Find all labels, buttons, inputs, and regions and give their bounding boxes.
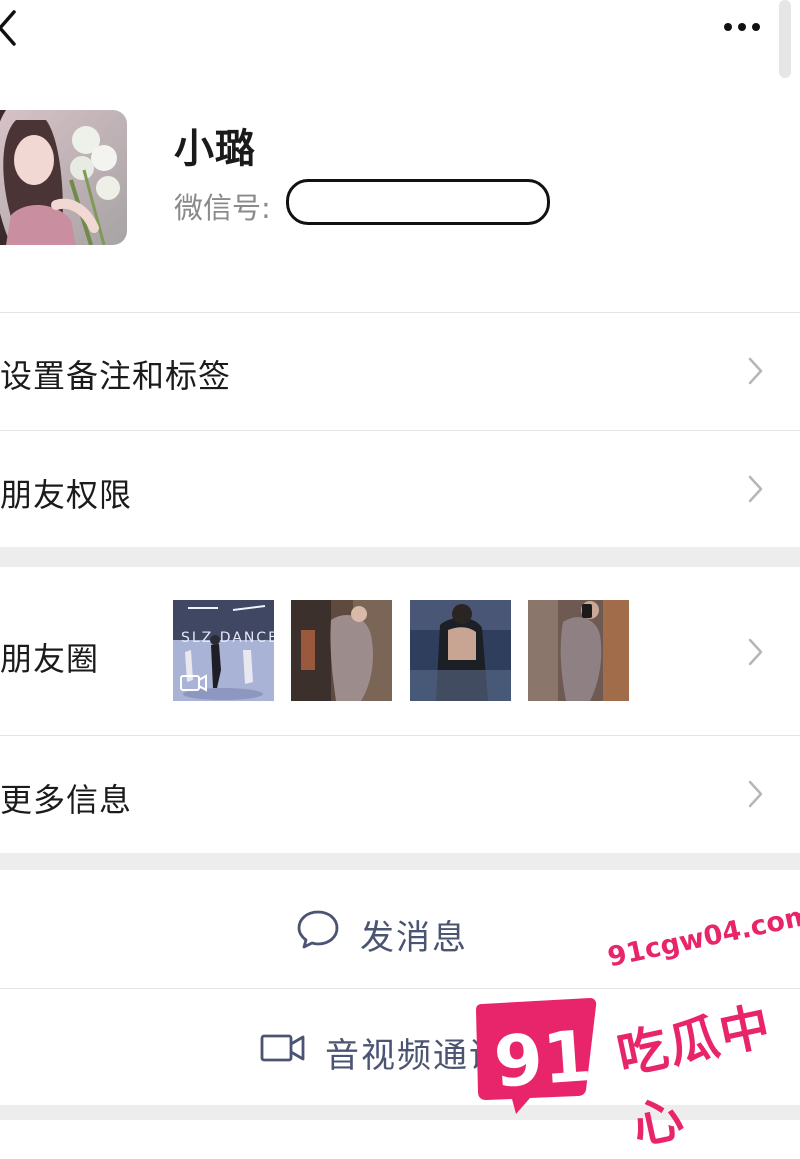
moments-thumbnail-photo[interactable] — [291, 600, 392, 701]
chevron-right-icon — [748, 638, 763, 666]
video-overlay-text: SLZ DANCE — [181, 630, 274, 646]
top-bar — [0, 0, 800, 90]
video-camera-icon — [260, 1034, 305, 1062]
back-chevron-icon[interactable] — [0, 8, 24, 48]
section-gap — [0, 547, 800, 567]
wechat-id-redaction — [286, 179, 550, 225]
menu-row-moments[interactable]: 朋友圈 — [0, 567, 800, 735]
moments-thumbnail-photo[interactable] — [410, 600, 511, 701]
moments-thumbnail-video[interactable]: SLZ DANCE — [173, 600, 274, 701]
watermark-badge: 91 — [476, 998, 597, 1114]
menu-row-label: 设置备注和标签 — [0, 357, 232, 395]
menu-row-label: 更多信息 — [0, 781, 133, 819]
menu-row-label: 朋友圈 — [0, 640, 100, 678]
scrollbar[interactable] — [779, 0, 791, 78]
send-message-label: 发消息 — [360, 918, 468, 958]
chat-bubble-icon — [297, 910, 339, 949]
menu-row-more-info[interactable]: 更多信息 — [0, 736, 800, 853]
more-dots-icon[interactable] — [718, 14, 766, 40]
section-gap — [0, 853, 800, 870]
menu-row-label: 朋友权限 — [0, 476, 133, 514]
chevron-right-icon — [748, 357, 763, 385]
menu-row-permissions[interactable]: 朋友权限 — [0, 431, 800, 547]
chevron-right-icon — [748, 475, 763, 503]
chevron-right-icon — [748, 780, 763, 808]
contact-name: 小璐 — [174, 126, 256, 172]
profile-header: 小璐 微信号: — [0, 90, 800, 312]
avatar[interactable] — [0, 110, 127, 245]
wechat-id-label: 微信号: — [174, 191, 271, 225]
moments-thumbnail-photo[interactable] — [528, 600, 629, 701]
watermark-number: 91 — [491, 1015, 594, 1104]
menu-row-remark[interactable]: 设置备注和标签 — [0, 313, 800, 429]
